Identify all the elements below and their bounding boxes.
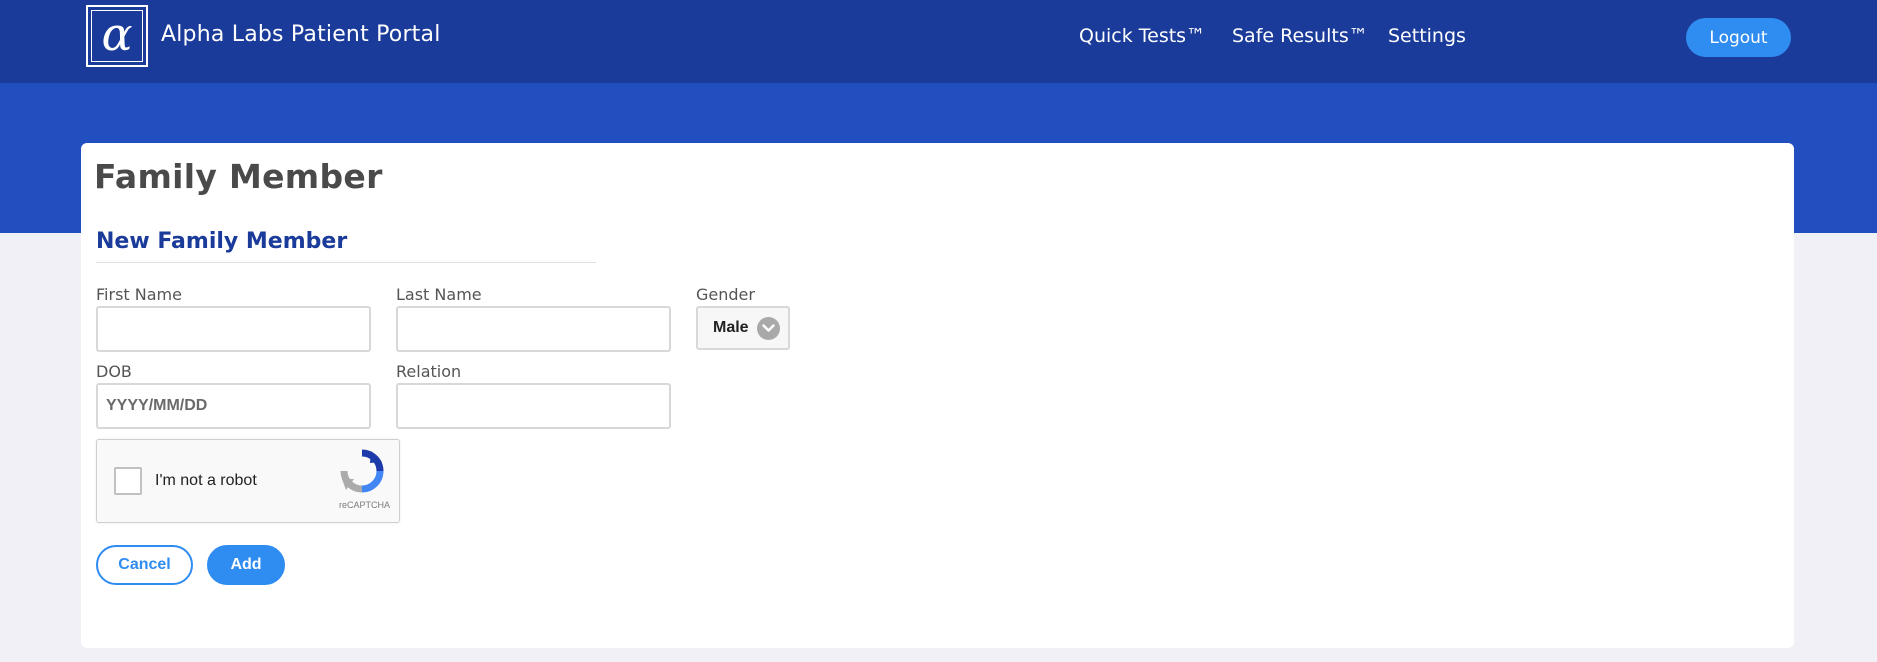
dob-label: DOB	[96, 362, 132, 381]
dob-field[interactable]	[96, 383, 371, 429]
recaptcha-widget: I'm not a robot reCAPTCHA	[96, 439, 400, 523]
logo-frame: α	[91, 10, 143, 62]
recaptcha-brand: reCAPTCHA	[339, 500, 391, 510]
gender-selected-value: Male	[713, 319, 749, 336]
alpha-logo-icon[interactable]: α	[86, 5, 148, 67]
nav-settings[interactable]: Settings	[1388, 25, 1466, 47]
first-name-label: First Name	[96, 285, 182, 304]
page-title: Family Member	[94, 157, 383, 196]
relation-field[interactable]	[396, 383, 671, 429]
recaptcha-label: I'm not a robot	[155, 472, 257, 489]
relation-label: Relation	[396, 362, 462, 381]
recaptcha-checkbox[interactable]	[114, 467, 142, 495]
add-button[interactable]: Add	[207, 545, 285, 585]
recaptcha-icon	[340, 449, 384, 493]
cancel-button[interactable]: Cancel	[96, 545, 193, 585]
logo-glyph: α	[101, 7, 133, 61]
logout-button[interactable]: Logout	[1686, 18, 1791, 57]
last-name-label: Last Name	[396, 285, 482, 304]
first-name-field[interactable]	[96, 306, 371, 352]
gender-label: Gender	[696, 285, 755, 304]
nav-quick-tests[interactable]: Quick Tests™	[1079, 25, 1205, 47]
brand-title[interactable]: Alpha Labs Patient Portal	[161, 22, 441, 47]
chevron-down-icon	[757, 317, 780, 340]
gender-select[interactable]: Male	[696, 306, 790, 350]
nav-safe-results[interactable]: Safe Results™	[1232, 25, 1368, 47]
section-title: New Family Member	[96, 229, 348, 254]
section-divider	[96, 262, 596, 263]
last-name-field[interactable]	[396, 306, 671, 352]
